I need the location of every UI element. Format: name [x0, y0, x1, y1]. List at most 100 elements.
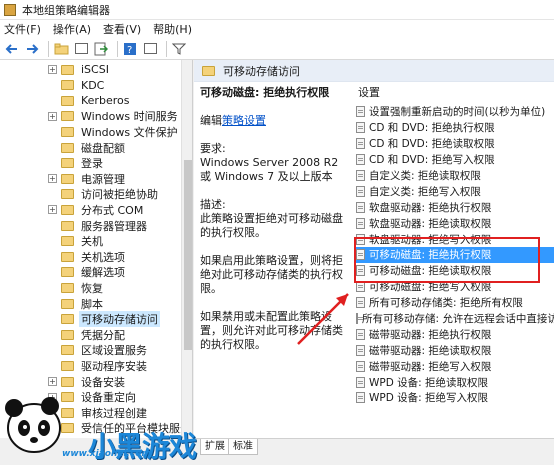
tree-item-label: 设备安装 [81, 375, 125, 389]
setting-label: 磁带驱动器: 拒绝执行权限 [369, 328, 492, 341]
folder-icon [61, 282, 74, 293]
folder-icon [61, 360, 74, 371]
setting-row[interactable]: 自定义类: 拒绝写入权限 [354, 183, 554, 199]
tree-item[interactable]: 区域设置服务 [48, 343, 149, 358]
tree-item[interactable]: KDC [48, 78, 106, 93]
tree-item[interactable]: 恢复 [48, 280, 105, 295]
show-hide-tree-icon[interactable] [73, 41, 89, 57]
setting-label: 所有可移动存储: 允许在远程会话中直接访问 [362, 313, 554, 326]
setting-row[interactable]: 磁带驱动器: 拒绝读取权限 [354, 342, 554, 358]
help-icon[interactable]: ? [122, 41, 138, 57]
tree-item[interactable]: 关机 [48, 234, 105, 249]
tree-item[interactable]: 关机选项 [48, 249, 127, 264]
toolbar-separator [117, 40, 118, 57]
tree-item[interactable]: + 设备安装 [48, 374, 127, 389]
forward-arrow-icon[interactable] [24, 41, 40, 57]
policy-setting-icon [356, 138, 365, 150]
svg-text:?: ? [127, 45, 132, 56]
folder-icon [61, 329, 74, 340]
menu-action[interactable]: 操作(A) [53, 21, 91, 37]
tree-item-label: KDC [81, 78, 105, 92]
tree-expander-icon [48, 252, 57, 262]
tree-expander-icon[interactable]: + [48, 377, 57, 386]
tree-expander-icon[interactable]: + [48, 392, 57, 402]
requirement-label: 要求: [200, 142, 226, 155]
tree-item[interactable]: 可移动存储访问 [48, 311, 160, 328]
tab-standard[interactable]: 标准 [228, 439, 258, 455]
tree-expander-icon[interactable]: + [48, 65, 57, 74]
export-list-icon[interactable] [93, 41, 109, 57]
folder-icon [61, 126, 74, 137]
tree-item[interactable]: 驱动程序安装 [48, 358, 149, 373]
edit-policy-link[interactable]: 策略设置 [222, 114, 266, 127]
tree-item[interactable]: Kerberos [48, 93, 131, 108]
tab-extended[interactable]: 扩展 [200, 439, 230, 455]
requirement-text: Windows Server 2008 R2 或 Windows 7 及以上版本 [200, 156, 339, 183]
tree-item-label: 恢复 [81, 281, 103, 295]
folder-icon [61, 298, 74, 309]
tree-item-label: 电源管理 [81, 172, 125, 186]
setting-row[interactable]: CD 和 DVD: 拒绝读取权限 [354, 136, 554, 152]
setting-row[interactable]: 软盘驱动器: 拒绝读取权限 [354, 215, 554, 231]
tree-expander-icon [48, 423, 57, 433]
annotation-arrow [297, 293, 349, 345]
setting-label: 软盘驱动器: 拒绝读取权限 [369, 217, 492, 230]
tree-scrollbar-thumb[interactable] [184, 160, 192, 350]
tree-expander-icon [48, 189, 57, 199]
tree-item[interactable]: 访问被拒绝协助 [48, 187, 160, 202]
setting-row[interactable]: 所有可移动存储: 允许在远程会话中直接访问 [354, 311, 554, 327]
menu-view[interactable]: 查看(V) [103, 21, 141, 37]
setting-row[interactable]: CD 和 DVD: 拒绝写入权限 [354, 152, 554, 168]
folder-icon [61, 189, 74, 200]
tree-item-label: Windows 时间服务 [81, 110, 178, 124]
tree-item[interactable]: 登录 [48, 156, 105, 171]
tree-item[interactable]: 凭据分配 [48, 327, 127, 342]
tree-item[interactable]: 脚本 [48, 296, 105, 311]
tree-expander-icon [48, 96, 57, 106]
menu-file[interactable]: 文件(F) [4, 21, 41, 37]
details-title: 可移动存储访问 [223, 64, 300, 78]
tree-item-label: 访问被拒绝协助 [81, 188, 158, 202]
policy-setting-icon [356, 217, 365, 229]
policy-title: 可移动磁盘: 拒绝执行权限 [200, 86, 330, 99]
back-arrow-icon[interactable] [4, 41, 20, 57]
tree-item[interactable]: + iSCSI [48, 62, 111, 77]
setting-row[interactable]: WPD 设备: 拒绝读取权限 [354, 374, 554, 390]
setting-row[interactable]: CD 和 DVD: 拒绝执行权限 [354, 120, 554, 136]
tree-item[interactable]: 服务器管理器 [48, 218, 149, 233]
tree-item-label: 关机 [81, 235, 103, 249]
filter-icon[interactable] [171, 41, 187, 57]
setting-row[interactable]: 设置强制重新启动的时间(以秒为单位) [354, 104, 554, 120]
tree-item[interactable]: Windows 文件保护 [48, 124, 180, 139]
tree-item[interactable]: + 电源管理 [48, 171, 127, 186]
tree-expander-icon[interactable]: + [48, 111, 57, 121]
setting-row[interactable]: WPD 设备: 拒绝写入权限 [354, 390, 554, 406]
tree-expander-icon [48, 158, 57, 168]
setting-row[interactable]: 磁带驱动器: 拒绝执行权限 [354, 326, 554, 342]
tree-item[interactable]: 磁盘配额 [48, 140, 127, 155]
properties-icon[interactable] [142, 41, 158, 57]
setting-row[interactable]: 自定义类: 拒绝读取权限 [354, 168, 554, 184]
tree-item-label: 缓解选项 [81, 266, 125, 280]
setting-label: CD 和 DVD: 拒绝执行权限 [369, 122, 495, 135]
tree-scrollbar[interactable] [181, 60, 192, 438]
policy-setting-icon [356, 106, 365, 118]
setting-row[interactable]: 所有可移动存储类: 拒绝所有权限 [354, 295, 554, 311]
policy-setting-icon [356, 376, 365, 388]
setting-row[interactable]: 磁带驱动器: 拒绝写入权限 [354, 358, 554, 374]
tree-item-label: 凭据分配 [81, 328, 125, 342]
tree-item[interactable]: + 设备重定向 [48, 390, 138, 405]
tree-expander-icon [48, 345, 57, 355]
tree-expander-icon [48, 408, 57, 418]
toolbar-separator [48, 40, 49, 57]
tree-expander-icon[interactable]: + [48, 205, 57, 215]
up-folder-icon[interactable] [53, 41, 69, 57]
setting-row[interactable]: 软盘驱动器: 拒绝执行权限 [354, 199, 554, 215]
tree-item[interactable]: + 分布式 COM [48, 202, 145, 217]
menu-help[interactable]: 帮助(H) [153, 21, 192, 37]
tree-item[interactable]: 审核过程创建 [48, 405, 149, 420]
tree-expander-icon[interactable]: + [48, 174, 57, 184]
tree-item[interactable]: 缓解选项 [48, 265, 127, 280]
settings-column-header[interactable]: 设置 [358, 84, 554, 100]
tree-item[interactable]: + Windows 时间服务 [48, 109, 180, 124]
